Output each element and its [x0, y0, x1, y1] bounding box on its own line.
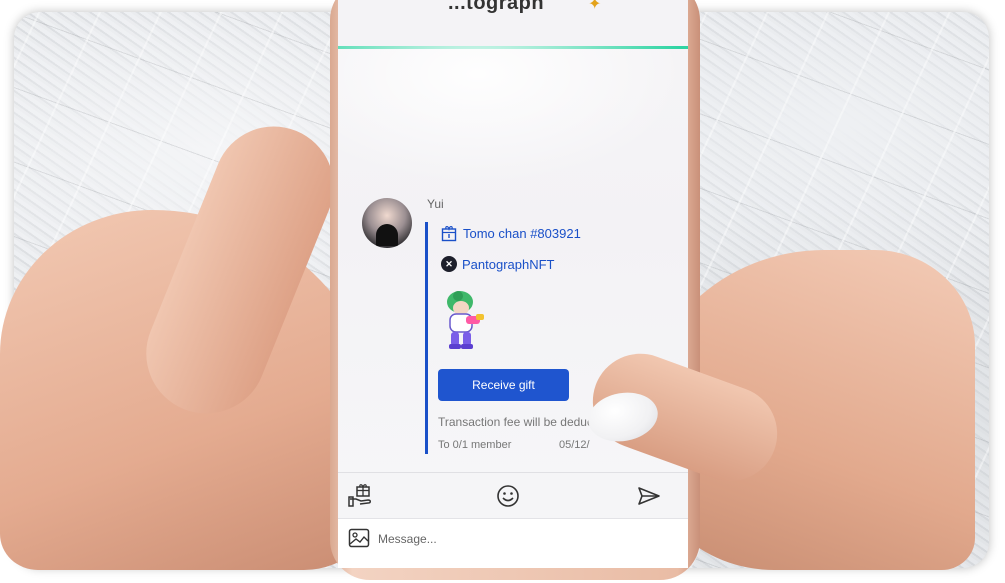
- message-input[interactable]: [376, 527, 620, 551]
- recipient-count: To 0/1 member: [438, 439, 512, 451]
- chat-toolbar: [338, 472, 688, 519]
- send-icon[interactable]: [636, 483, 662, 509]
- gift-hand-icon[interactable]: [348, 483, 374, 509]
- sender-name: Yui: [427, 197, 444, 211]
- app-header: ...tograph ✦: [338, 0, 688, 49]
- transaction-fee-note: Transaction fee will be deduc: [438, 415, 593, 429]
- image-attach-icon[interactable]: [348, 527, 370, 549]
- sparkle-icon: ✦: [588, 0, 602, 13]
- gift-item-row[interactable]: Tomo chan #803921: [441, 224, 581, 242]
- sender-avatar[interactable]: [362, 198, 412, 248]
- receive-gift-button[interactable]: Receive gift: [438, 369, 569, 401]
- message-accent-bar: [425, 222, 428, 454]
- nft-character-image[interactable]: [438, 288, 488, 352]
- emoji-icon[interactable]: [495, 483, 521, 509]
- collection-name: PantographNFT: [462, 256, 555, 272]
- collection-row[interactable]: ✕ PantographNFT: [441, 256, 555, 272]
- message-composer: [338, 518, 688, 568]
- pantograph-logo-icon: ✕: [441, 256, 457, 272]
- avatar-figure: [376, 224, 398, 246]
- message-date: 05/12/: [559, 439, 590, 451]
- gift-box-icon: [441, 225, 457, 242]
- phone-screen: ...tograph ✦ Yui Tomo chan #803921 ✕ Pan…: [338, 0, 688, 568]
- gift-item-name: Tomo chan #803921: [463, 225, 581, 241]
- screen-glare: [338, 46, 688, 186]
- app-title: ...tograph: [448, 0, 545, 14]
